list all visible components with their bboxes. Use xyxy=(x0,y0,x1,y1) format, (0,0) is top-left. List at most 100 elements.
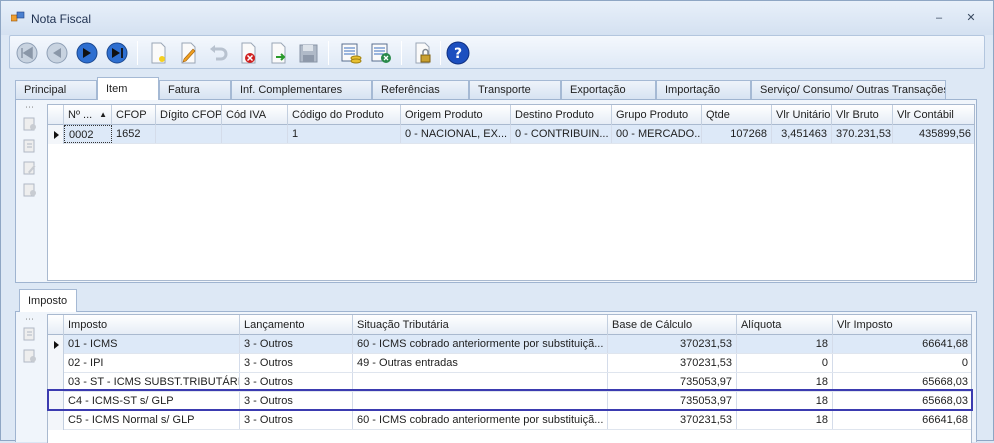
edit-item-icon[interactable] xyxy=(22,138,38,154)
table-row[interactable]: C4 - ICMS-ST s/ GLP 3 - Outros 735053,97… xyxy=(48,392,971,411)
cell-origem-produto[interactable]: 0 - NACIONAL, EX... xyxy=(401,125,511,143)
cell-situacao-tributaria[interactable]: 60 - ICMS cobrado anteriormente por subs… xyxy=(353,411,608,429)
cell-cod-iva[interactable] xyxy=(222,125,288,143)
header-base-calculo[interactable]: Base de Cálculo xyxy=(608,315,737,335)
header-destino-produto[interactable]: Destino Produto xyxy=(511,105,612,125)
cell-vlr-imposto[interactable]: 65668,03 xyxy=(833,373,971,391)
tab-fatura[interactable]: Fatura xyxy=(159,80,231,99)
header-numero-label: Nº ... xyxy=(68,109,93,121)
cell-vlr-contabil[interactable]: 435899,56 xyxy=(893,125,974,143)
header-aliquota[interactable]: Alíquota xyxy=(737,315,833,335)
cell-lancamento[interactable]: 3 - Outros xyxy=(240,373,353,391)
header-digito-cfop[interactable]: Dígito CFOP xyxy=(156,105,222,125)
minimize-button[interactable]: – xyxy=(931,11,947,25)
tab-inf-complementares[interactable]: Inf. Complementares xyxy=(231,80,372,99)
add-tax-icon[interactable] xyxy=(22,326,38,342)
cell-imposto[interactable]: C5 - ICMS Normal s/ GLP xyxy=(64,411,240,429)
calculator-icon[interactable] xyxy=(337,39,365,67)
cell-vlr-imposto[interactable]: 65668,03 xyxy=(833,392,971,410)
close-button[interactable]: ✕ xyxy=(963,11,979,25)
cell-imposto[interactable]: 03 - ST - ICMS SUBST.TRIBUTÁRIA xyxy=(64,373,240,391)
last-icon[interactable] xyxy=(103,39,131,67)
cell-base-calculo[interactable]: 735053,97 xyxy=(608,373,737,391)
cell-aliquota[interactable]: 18 xyxy=(737,411,833,429)
cell-base-calculo[interactable]: 370231,53 xyxy=(608,354,737,372)
header-situacao-tributaria[interactable]: Situação Tributária xyxy=(353,315,608,335)
undo-icon[interactable] xyxy=(204,39,232,67)
pencil-item-icon[interactable] xyxy=(22,160,38,176)
confirm-icon[interactable] xyxy=(264,39,292,67)
cell-lancamento[interactable]: 3 - Outros xyxy=(240,354,353,372)
header-cfop[interactable]: CFOP xyxy=(112,105,156,125)
cell-situacao-tributaria[interactable] xyxy=(353,373,608,391)
tab-referencias[interactable]: Referências xyxy=(372,80,469,99)
cell-numero[interactable]: 0002 xyxy=(64,125,112,143)
cell-situacao-tributaria[interactable] xyxy=(353,392,608,410)
header-vlr-contabil[interactable]: Vlr Contábil xyxy=(893,105,974,125)
tab-exportacao[interactable]: Exportação xyxy=(561,80,656,99)
tab-principal[interactable]: Principal xyxy=(15,80,97,99)
excel-icon[interactable] xyxy=(367,39,395,67)
header-codigo-produto[interactable]: Código do Produto xyxy=(288,105,401,125)
tab-transporte[interactable]: Transporte xyxy=(469,80,561,99)
table-row[interactable]: 01 - ICMS 3 - Outros 60 - ICMS cobrado a… xyxy=(48,335,971,354)
header-imposto[interactable]: Imposto xyxy=(64,315,240,335)
new-document-icon[interactable] xyxy=(144,39,172,67)
cell-lancamento[interactable]: 3 - Outros xyxy=(240,392,353,410)
help-glyph: ? xyxy=(454,46,462,62)
cell-imposto[interactable]: 02 - IPI xyxy=(64,354,240,372)
previous-icon[interactable] xyxy=(43,39,71,67)
cell-situacao-tributaria[interactable]: 60 - ICMS cobrado anteriormente por subs… xyxy=(353,335,608,353)
cell-codigo-produto[interactable]: 1 xyxy=(288,125,401,143)
header-lancamento[interactable]: Lançamento xyxy=(240,315,353,335)
next-icon[interactable] xyxy=(73,39,101,67)
header-vlr-bruto[interactable]: Vlr Bruto xyxy=(832,105,893,125)
cell-vlr-unitario[interactable]: 3,451463 xyxy=(772,125,832,143)
header-numero[interactable]: Nº ... ▲ xyxy=(64,105,112,125)
table-row[interactable]: 02 - IPI 3 - Outros 49 - Outras entradas… xyxy=(48,354,971,373)
cell-base-calculo[interactable]: 735053,97 xyxy=(608,392,737,410)
header-grupo-produto[interactable]: Grupo Produto xyxy=(612,105,702,125)
table-row[interactable]: 0002 1652 1 0 - NACIONAL, EX... 0 - CONT… xyxy=(48,125,974,144)
table-row[interactable]: 03 - ST - ICMS SUBST.TRIBUTÁRIA 3 - Outr… xyxy=(48,373,971,392)
cell-cfop[interactable]: 1652 xyxy=(112,125,156,143)
cell-destino-produto[interactable]: 0 - CONTRIBUIN... xyxy=(511,125,612,143)
table-row[interactable]: C5 - ICMS Normal s/ GLP 3 - Outros 60 - … xyxy=(48,411,971,430)
first-icon[interactable] xyxy=(13,39,41,67)
header-qtde[interactable]: Qtde xyxy=(702,105,772,125)
cell-base-calculo[interactable]: 370231,53 xyxy=(608,335,737,353)
cell-aliquota[interactable]: 18 xyxy=(737,373,833,391)
cell-vlr-imposto[interactable]: 66641,68 xyxy=(833,411,971,429)
cell-qtde[interactable]: 107268 xyxy=(702,125,772,143)
cell-aliquota[interactable]: 0 xyxy=(737,354,833,372)
tab-servico-consumo[interactable]: Serviço/ Consumo/ Outras Transações xyxy=(751,80,946,99)
cell-vlr-bruto[interactable]: 370.231,53 xyxy=(832,125,893,143)
header-vlr-imposto[interactable]: Vlr Imposto xyxy=(833,315,971,335)
help-icon[interactable]: ? xyxy=(444,39,472,67)
header-cod-iva[interactable]: Cód IVA xyxy=(222,105,288,125)
tab-item[interactable]: Item xyxy=(97,77,159,100)
cell-vlr-imposto[interactable]: 0 xyxy=(833,354,971,372)
pencil-icon[interactable] xyxy=(174,39,202,67)
save-icon[interactable] xyxy=(294,39,322,67)
cell-imposto[interactable]: C4 - ICMS-ST s/ GLP xyxy=(64,392,240,410)
cell-lancamento[interactable]: 3 - Outros xyxy=(240,335,353,353)
tab-importacao[interactable]: Importação xyxy=(656,80,751,99)
cell-imposto[interactable]: 01 - ICMS xyxy=(64,335,240,353)
cell-aliquota[interactable]: 18 xyxy=(737,335,833,353)
cell-aliquota[interactable]: 18 xyxy=(737,392,833,410)
header-vlr-unitario[interactable]: Vlr Unitário xyxy=(772,105,832,125)
lock-icon[interactable] xyxy=(408,39,436,67)
cell-grupo-produto[interactable]: 00 - MERCADO... xyxy=(612,125,702,143)
remove-item-icon[interactable] xyxy=(22,182,38,198)
remove-tax-icon[interactable] xyxy=(22,348,38,364)
cell-digito-cfop[interactable] xyxy=(156,125,222,143)
add-item-icon[interactable] xyxy=(22,116,38,132)
cell-vlr-imposto[interactable]: 66641,68 xyxy=(833,335,971,353)
cell-lancamento[interactable]: 3 - Outros xyxy=(240,411,353,429)
header-origem-produto[interactable]: Origem Produto xyxy=(401,105,511,125)
cell-base-calculo[interactable]: 370231,53 xyxy=(608,411,737,429)
delete-icon[interactable] xyxy=(234,39,262,67)
cell-situacao-tributaria[interactable]: 49 - Outras entradas xyxy=(353,354,608,372)
tab-imposto[interactable]: Imposto xyxy=(19,289,77,312)
